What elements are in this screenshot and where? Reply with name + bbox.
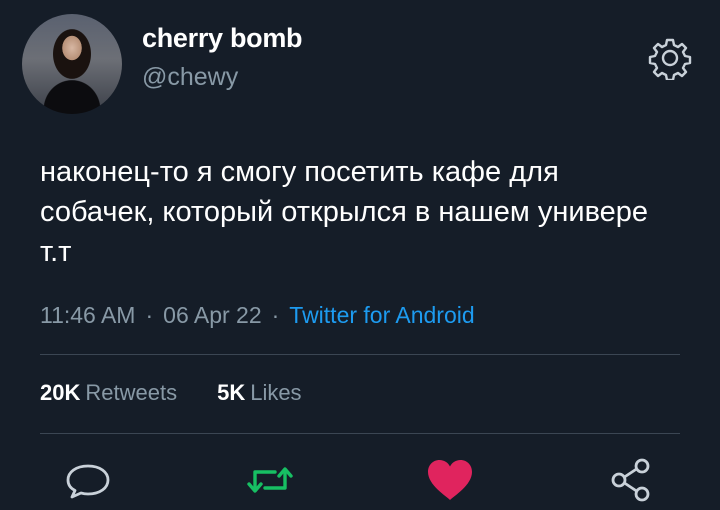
like-button[interactable] (422, 452, 478, 508)
display-name[interactable]: cherry bomb (142, 22, 303, 54)
avatar[interactable] (22, 14, 122, 114)
user-names[interactable]: cherry bomb @chewy (142, 22, 303, 94)
retweets-stat[interactable]: 20K Retweets (40, 380, 177, 405)
tweet-text: наконец-то я смогу посетить кафе для соб… (40, 156, 649, 268)
retweets-count: 20K (40, 380, 81, 405)
retweet-button[interactable] (242, 452, 298, 508)
likes-stat[interactable]: 5K Likes (217, 380, 301, 405)
action-bar (0, 452, 720, 508)
divider (40, 354, 680, 355)
tweet-time: 11:46 AM (40, 302, 136, 328)
retweets-label: Retweets (85, 380, 178, 405)
retweet-icon (247, 467, 293, 493)
meta-separator: · (145, 302, 154, 328)
tweet-stats: 20K Retweets 5K Likes (40, 380, 302, 406)
likes-label: Likes (250, 380, 302, 405)
share-button[interactable] (604, 452, 660, 508)
tweet-source-link[interactable]: Twitter for Android (289, 302, 474, 328)
meta-separator: · (271, 302, 280, 328)
gear-icon[interactable] (648, 36, 692, 82)
user-handle[interactable]: @chewy (142, 60, 302, 94)
tweet-header: cherry bomb @chewy (22, 14, 698, 114)
likes-count: 5K (217, 380, 246, 405)
divider (40, 433, 680, 434)
comment-icon (66, 464, 110, 499)
heart-icon (428, 460, 472, 500)
share-icon (611, 458, 650, 502)
reply-button[interactable] (60, 452, 116, 508)
tweet-date: 06 Apr 22 (163, 302, 262, 328)
tweet-meta: 11:46 AM · 06 Apr 22 · Twitter for Android (40, 302, 475, 329)
